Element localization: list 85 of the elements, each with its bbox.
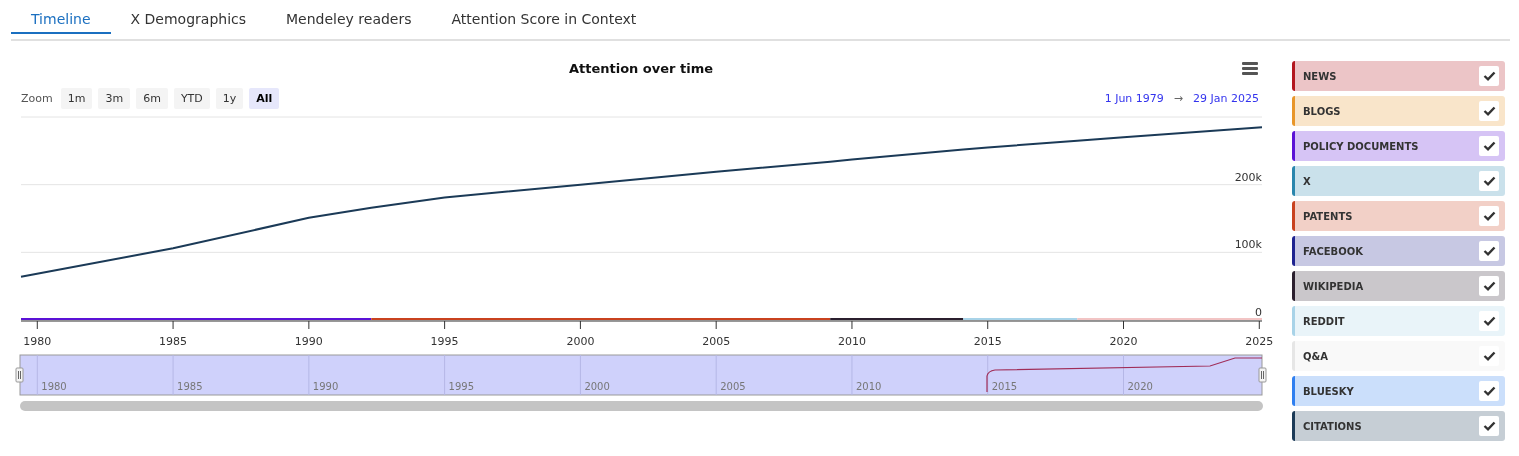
y-axis-label: 100k (1234, 238, 1262, 252)
tab[interactable]: Timeline (11, 0, 111, 34)
checkbox[interactable] (1479, 381, 1499, 401)
zoom-button[interactable]: 1y (215, 88, 244, 109)
zoom-button[interactable]: All (249, 88, 280, 109)
navigator-label: 2015 (991, 381, 1018, 392)
navigator-label: 1995 (448, 381, 475, 392)
legend-item[interactable]: Q&A (1292, 341, 1505, 371)
legend-label: CITATIONS (1303, 420, 1363, 432)
check-icon (1482, 316, 1496, 326)
checkbox[interactable] (1479, 276, 1499, 296)
chart-title: Attention over time (568, 61, 714, 76)
navigator-label: 2010 (855, 381, 882, 392)
legend-item[interactable]: WIKIPEDIA (1292, 271, 1505, 301)
check-icon (1482, 141, 1496, 151)
check-icon (1482, 386, 1496, 396)
legend-label: WIKIPEDIA (1303, 280, 1365, 292)
legend-label: BLOGS (1303, 105, 1342, 117)
x-axis-label: 2000 (566, 335, 595, 348)
navigator-label: 1980 (41, 381, 67, 392)
y-axis-label: 200k (1234, 170, 1262, 184)
check-icon (1482, 211, 1496, 221)
check-icon (1482, 176, 1496, 186)
check-icon (1482, 281, 1496, 291)
checkbox[interactable] (1479, 206, 1499, 226)
checkbox[interactable] (1479, 101, 1499, 121)
x-axis-label: 1990 (294, 335, 323, 348)
y-axis-label: 0 (1255, 306, 1262, 319)
legend-label: Q&A (1303, 350, 1329, 362)
x-axis-label: 1985 (159, 335, 188, 348)
left-handle[interactable] (15, 367, 24, 383)
legend-label: BLUESKY (1303, 385, 1355, 397)
x-axis-label: 2025 (1245, 335, 1274, 348)
legend-label: POLICY DOCUMENTS (1303, 140, 1420, 152)
navigator-label: 1985 (177, 381, 203, 392)
range-end-date[interactable]: 29 Jan 2025 (1193, 92, 1259, 105)
zoom-button[interactable]: 1m (60, 88, 93, 109)
legend-item[interactable]: CITATIONS (1292, 411, 1505, 441)
zoom-button[interactable]: YTD (173, 88, 210, 109)
navigator-label: 2000 (584, 381, 610, 392)
legend-item[interactable]: BLOGS (1292, 96, 1505, 126)
checkbox[interactable] (1479, 346, 1499, 366)
scrollbar[interactable] (20, 401, 1263, 411)
checkbox[interactable] (1479, 416, 1499, 436)
check-icon (1482, 71, 1496, 81)
tab[interactable]: Mendeley readers (266, 0, 432, 34)
checkbox[interactable] (1479, 241, 1499, 261)
zoom-button[interactable]: 3m (98, 88, 131, 109)
checkbox[interactable] (1479, 311, 1499, 331)
check-icon (1482, 351, 1496, 361)
x-axis-label: 2010 (837, 335, 866, 348)
navigator-label: 2020 (1127, 381, 1153, 392)
legend-label: PATENTS (1303, 210, 1354, 222)
legend-item[interactable]: BLUESKY (1292, 376, 1505, 406)
x-axis-label: 1995 (430, 335, 459, 348)
right-handle[interactable] (1258, 367, 1267, 383)
legend-item[interactable]: NEWS (1292, 61, 1505, 91)
tab[interactable]: Attention Score in Context (431, 0, 657, 34)
tab[interactable]: X Demographics (110, 0, 267, 34)
check-icon (1482, 246, 1496, 256)
legend-item[interactable]: PATENTS (1292, 201, 1505, 231)
legend-item[interactable]: X (1292, 166, 1505, 196)
legend-label: FACEBOOK (1303, 245, 1364, 257)
legend-item[interactable]: FACEBOOK (1292, 236, 1505, 266)
x-axis-label: 2015 (973, 335, 1002, 348)
checkbox[interactable] (1479, 171, 1499, 191)
legend-item[interactable]: POLICY DOCUMENTS (1292, 131, 1505, 161)
range-start-date[interactable]: 1 Jun 1979 (1104, 92, 1164, 105)
x-axis-label: 2020 (1109, 335, 1138, 348)
x-axis-label: 1980 (23, 335, 52, 348)
check-icon (1482, 421, 1496, 431)
menu-icon[interactable] (1242, 62, 1258, 75)
legend-label: NEWS (1303, 70, 1338, 82)
zoom-button[interactable]: 6m (136, 88, 168, 109)
legend-label: REDDIT (1303, 315, 1346, 327)
checkbox[interactable] (1479, 136, 1499, 156)
range-arrow: → (1173, 92, 1184, 105)
legend-label: X (1303, 175, 1312, 187)
check-icon (1482, 106, 1496, 116)
x-axis-label: 2005 (702, 335, 731, 348)
checkbox[interactable] (1479, 66, 1499, 86)
navigator-label: 2005 (720, 381, 746, 392)
zoom-label: Zoom (21, 92, 53, 105)
legend-item[interactable]: REDDIT (1292, 306, 1505, 336)
navigator-label: 1990 (312, 381, 339, 392)
